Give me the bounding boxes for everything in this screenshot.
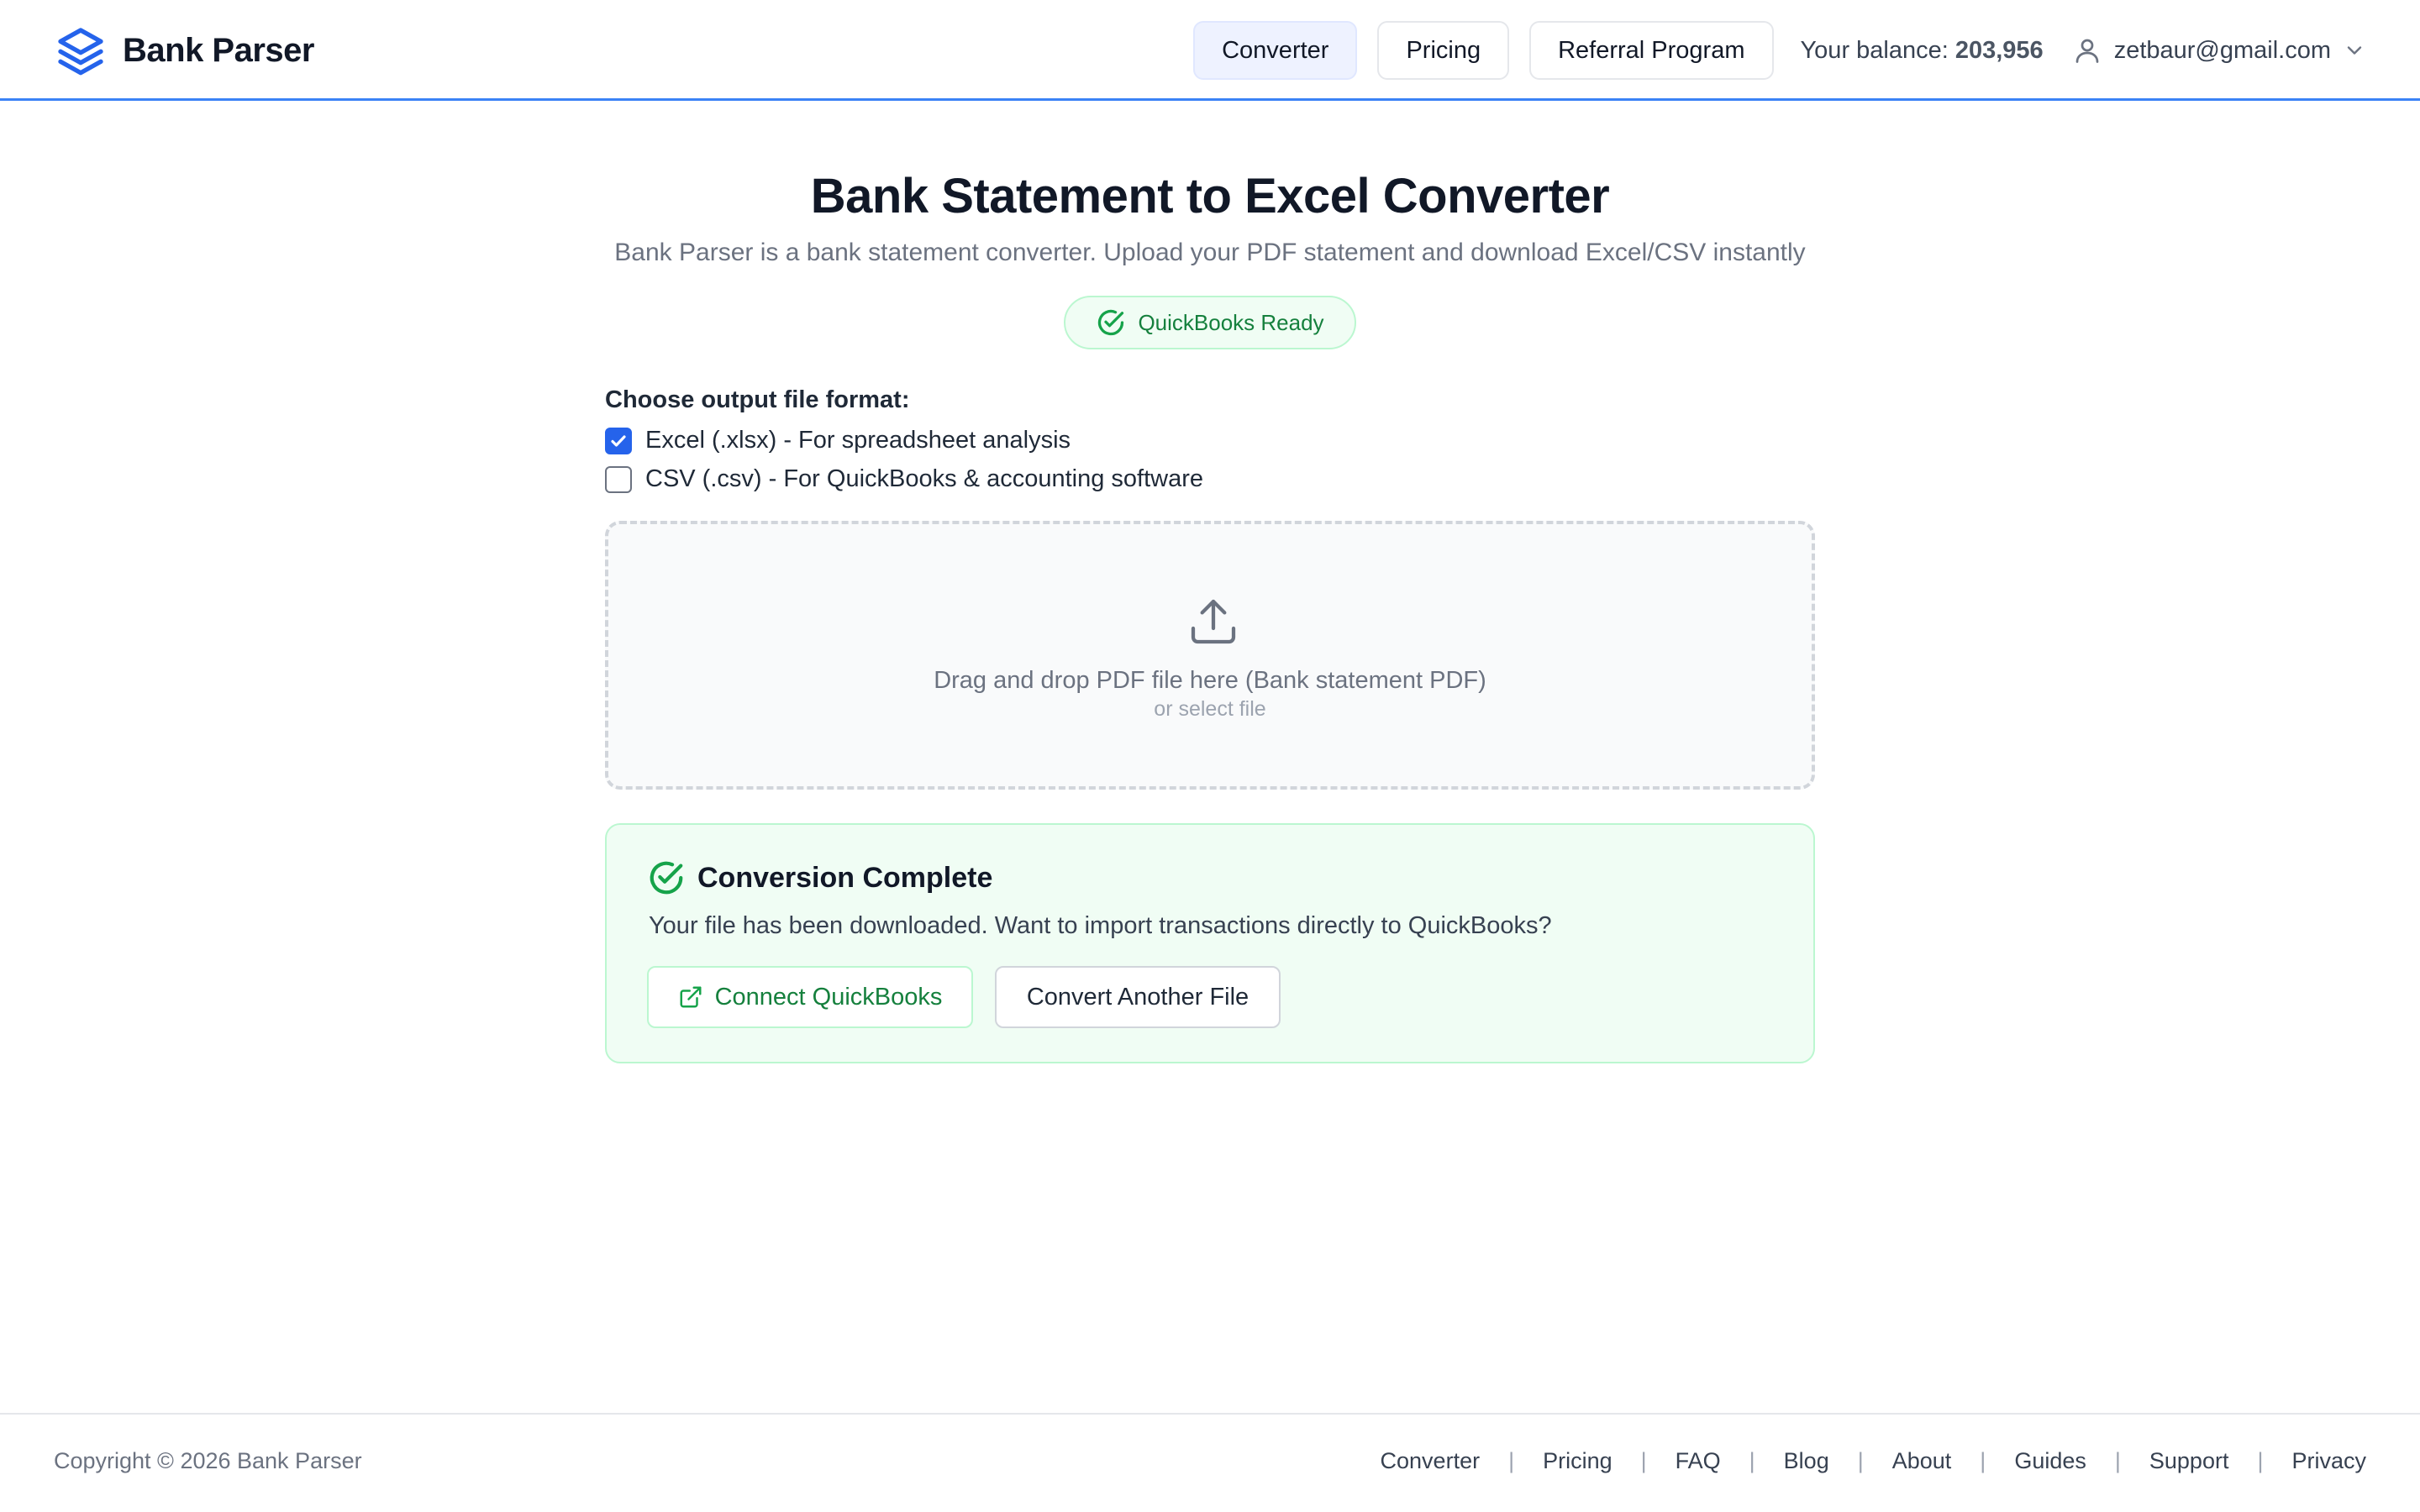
footer-links: Converter | Pricing | FAQ | Blog | About… <box>1381 1448 2366 1474</box>
connect-quickbooks-button[interactable]: Connect QuickBooks <box>647 966 973 1028</box>
footer-link-support[interactable]: Support <box>2149 1448 2229 1474</box>
check-circle-icon <box>650 861 683 895</box>
select-file-link[interactable]: or select file <box>608 697 1812 722</box>
footer-separator: | <box>1749 1448 1755 1473</box>
footer-link-blog[interactable]: Blog <box>1784 1448 1829 1474</box>
footer-link-pricing[interactable]: Pricing <box>1543 1448 1612 1474</box>
page-subtitle: Bank Parser is a bank statement converte… <box>614 239 1806 266</box>
footer-link-about[interactable]: About <box>1892 1448 1952 1474</box>
footer-separator: | <box>1508 1448 1515 1473</box>
csv-option-label: CSV (.csv) - For QuickBooks & accounting… <box>645 465 1203 492</box>
footer: Copyright © 2026 Bank Parser Converter |… <box>0 1413 2420 1512</box>
complete-heading: Conversion Complete <box>647 858 992 897</box>
footer-separator: | <box>2257 1448 2264 1473</box>
format-option-csv[interactable]: CSV (.csv) - For QuickBooks & accounting… <box>605 465 1203 493</box>
footer-link-privacy[interactable]: Privacy <box>2291 1448 2366 1474</box>
check-circle-icon <box>1098 309 1124 336</box>
excel-checkbox[interactable] <box>605 427 632 454</box>
footer-link-faq[interactable]: FAQ <box>1676 1448 1721 1474</box>
page-title: Bank Statement to Excel Converter <box>810 169 1610 223</box>
footer-separator: | <box>2114 1448 2121 1473</box>
dropzone-text: Drag and drop PDF file here (Bank statem… <box>934 667 1486 694</box>
copyright: Copyright © 2026 Bank Parser <box>54 1448 362 1473</box>
badge-label: QuickBooks Ready <box>1138 309 1324 335</box>
footer-separator: | <box>1857 1448 1864 1473</box>
convert-another-button[interactable]: Convert Another File <box>995 966 1281 1028</box>
balance: Your balance: 203,956 <box>1801 37 2044 65</box>
excel-option-label: Excel (.xlsx) - For spreadsheet analysis <box>645 427 1071 454</box>
footer-link-guides[interactable]: Guides <box>2014 1448 2086 1474</box>
footer-link-converter[interactable]: Converter <box>1381 1448 1481 1474</box>
csv-checkbox[interactable] <box>605 465 632 493</box>
user-icon <box>2075 39 2099 63</box>
footer-separator: | <box>1980 1448 1986 1473</box>
app-name: Bank Parser <box>123 31 314 69</box>
top-header: Bank Parser Converter Pricing Referral P… <box>0 0 2420 101</box>
nav-referral-button[interactable]: Referral Program <box>1529 21 1774 80</box>
nav-pricing-button[interactable]: Pricing <box>1377 21 1510 80</box>
connect-quickbooks-label: Connect QuickBooks <box>714 983 943 1011</box>
upload-icon <box>1191 599 1236 644</box>
stack-layers-icon <box>58 28 103 76</box>
complete-message: Your file has been downloaded. Want to i… <box>649 912 1552 939</box>
balance-label: Your balance: <box>1800 36 1949 64</box>
external-link-icon <box>680 986 702 1008</box>
file-dropzone[interactable]: Drag and drop PDF file here (Bank statem… <box>605 521 1815 790</box>
nav-converter-button[interactable]: Converter <box>1193 21 1358 80</box>
logo[interactable]: Bank Parser <box>54 24 314 77</box>
complete-title: Conversion Complete <box>697 861 993 894</box>
user-email: zetbaur@gmail.com <box>2113 36 2331 64</box>
quickbooks-ready-badge: QuickBooks Ready <box>1064 296 1356 349</box>
user-menu[interactable]: zetbaur@gmail.com <box>2072 35 2366 66</box>
top-nav: Converter Pricing Referral Program Your … <box>1193 20 2420 81</box>
conversion-complete-panel: Conversion Complete Your file has been d… <box>605 823 1815 1063</box>
balance-value: 203,956 <box>1954 36 2044 64</box>
footer-separator: | <box>1640 1448 1647 1473</box>
chevron-down-icon <box>2347 46 2362 55</box>
format-label: Choose output file format: <box>605 386 910 413</box>
checkmark-icon <box>611 434 626 447</box>
format-option-excel[interactable]: Excel (.xlsx) - For spreadsheet analysis <box>605 427 1071 454</box>
